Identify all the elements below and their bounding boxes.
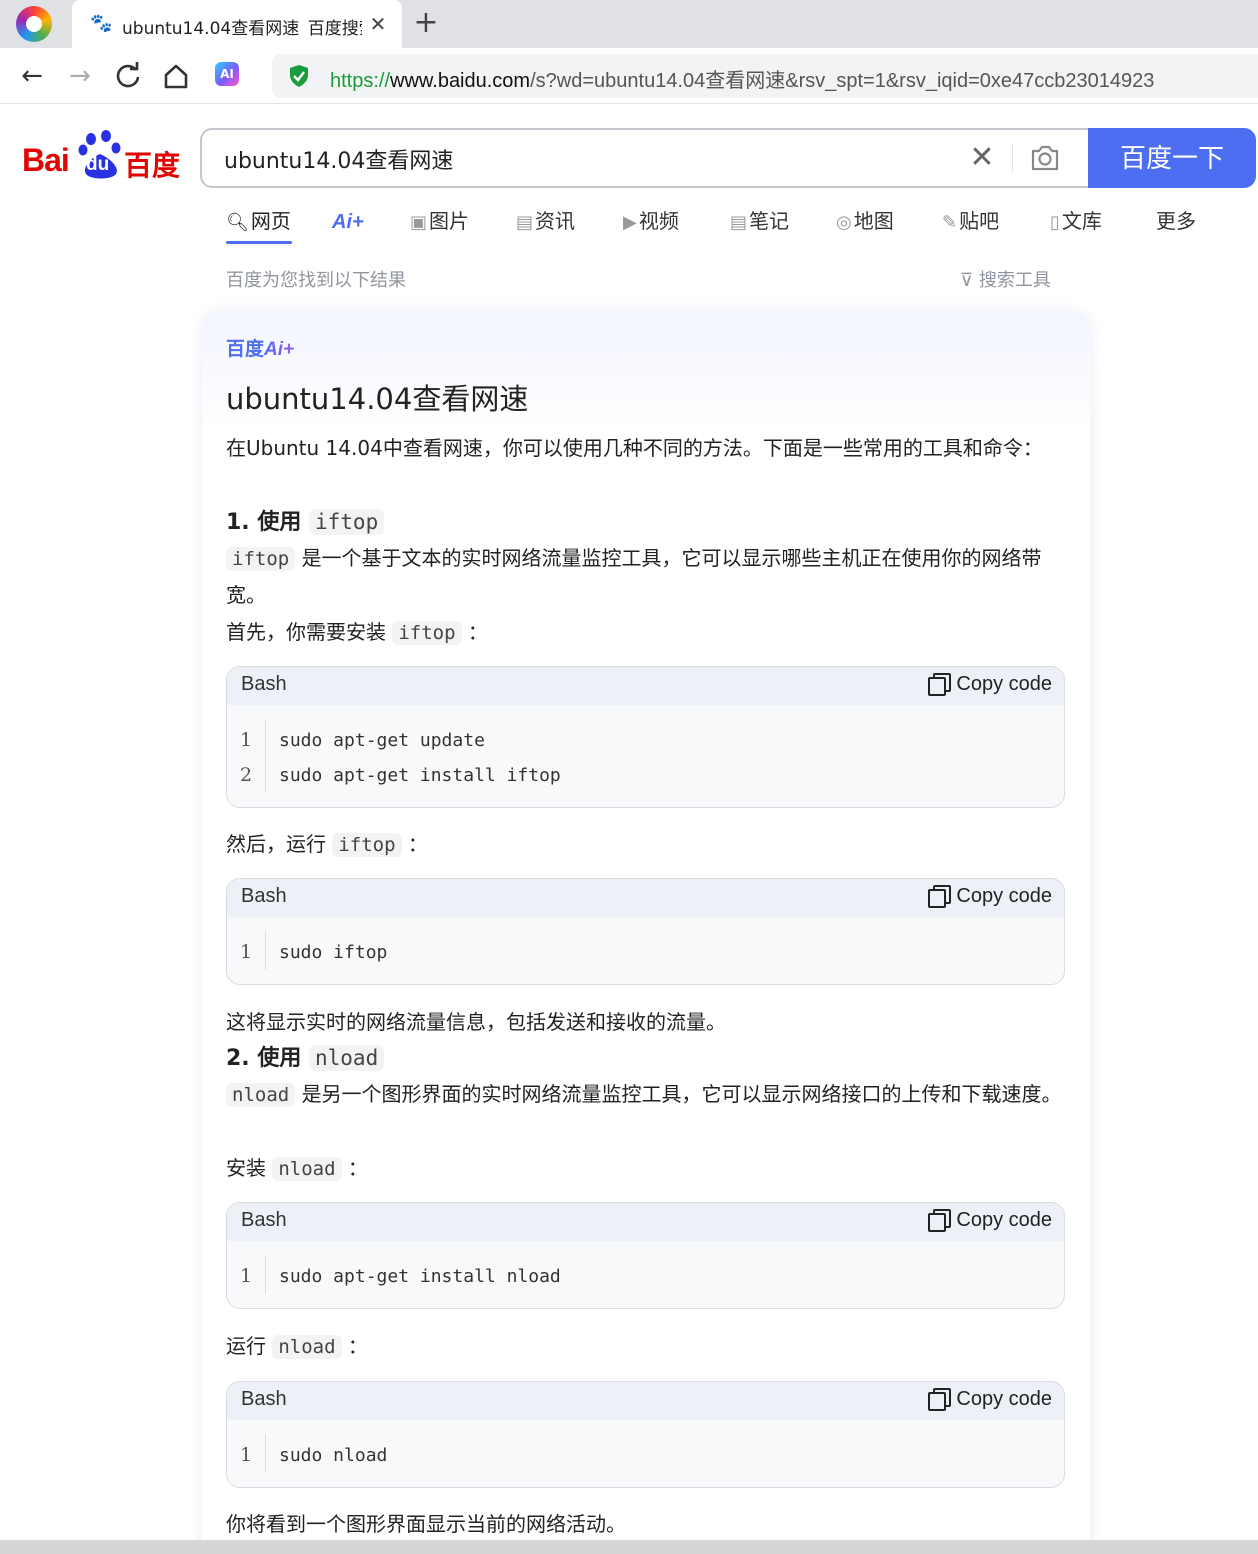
tab-title: ubuntu14.04查看网速_百度搜索: [122, 19, 362, 36]
copy-icon: [928, 1388, 952, 1411]
map-icon: ◎: [836, 212, 852, 233]
image-icon: ▣: [410, 212, 428, 233]
note-icon: ▤: [730, 212, 748, 233]
tab-video[interactable]: ▶ 视频: [623, 206, 679, 236]
search-icon: 🔍︎: [226, 212, 249, 233]
secure-shield-icon: [290, 65, 308, 87]
doc-icon: ▯: [1050, 212, 1060, 233]
url-text: https://www.baidu.com/s?wd=ubuntu14.04查看…: [330, 70, 1155, 92]
section2-desc: nload 是另一个图形界面的实时网络流量监控工具，它可以显示网络接口的上传和下…: [226, 1076, 1066, 1113]
close-tab-icon[interactable]: ✕: [366, 12, 390, 36]
news-icon: ▤: [516, 212, 534, 233]
section1-desc: iftop 是一个基于文本的实时网络流量监控工具，它可以显示哪些主机正在使用你的…: [226, 546, 1042, 607]
code-language: Bash: [241, 1388, 287, 1410]
section2-after-text: 你将看到一个图形界面显示当前的网络活动。: [226, 1512, 626, 1536]
search-button[interactable]: 百度一下: [1088, 128, 1256, 188]
copy-code-button[interactable]: Copy code: [928, 1209, 1052, 1232]
baidu-ai-badge: 百度Ai+: [226, 338, 295, 360]
tab-map[interactable]: ◎ 地图: [836, 206, 894, 236]
search-input[interactable]: [224, 144, 944, 174]
active-tab-indicator: [226, 241, 292, 244]
code-line: 1 sudo apt-get update: [239, 729, 485, 751]
section2-install-text: 安装 nload ：: [226, 1156, 368, 1181]
code-language: Bash: [241, 673, 287, 695]
code-line: 1 sudo apt-get install nload: [239, 1265, 561, 1287]
tab-tieba[interactable]: ✎ 贴吧: [942, 206, 999, 236]
tab-images[interactable]: ▣ 图片: [410, 206, 469, 236]
browser-logo-icon[interactable]: [16, 6, 52, 42]
browser-tab[interactable]: 🐾 ubuntu14.04查看网速_百度搜索 ✕: [72, 0, 402, 48]
copy-icon: [928, 673, 952, 696]
address-bar[interactable]: https://www.baidu.com/s?wd=ubuntu14.04查看…: [272, 54, 1258, 98]
ai-answer-card: 百度Ai+ ubuntu14.04查看网速 在Ubuntu 14.04中查看网速…: [202, 312, 1090, 1554]
forward-icon[interactable]: →: [64, 60, 96, 92]
ai-answer-title: ubuntu14.04查看网速: [226, 382, 529, 416]
copy-icon: [928, 885, 952, 908]
copy-code-button[interactable]: Copy code: [928, 1388, 1052, 1411]
baidu-logo[interactable]: Bai du 百度: [22, 130, 182, 186]
section2-heading: 2. 使用 nload: [226, 1042, 385, 1075]
tab-news[interactable]: ▤ 资讯: [516, 206, 575, 236]
code-line: 1 sudo nload: [239, 1444, 388, 1466]
code-block: Bash Copy code 1 sudo iftop: [226, 878, 1065, 985]
result-hint: 百度为您找到以下结果: [226, 270, 406, 291]
tab-ai[interactable]: Ai+: [332, 206, 364, 236]
clear-icon[interactable]: ✕: [966, 142, 998, 174]
divider: [1012, 144, 1013, 172]
section1-heading: 1. 使用 iftop: [226, 506, 385, 539]
ai-assistant-button[interactable]: AI: [215, 62, 239, 86]
section1-install-text: 首先，你需要安装 iftop ：: [226, 620, 488, 645]
tab-more[interactable]: 更多: [1156, 206, 1196, 236]
code-line: 1 sudo iftop: [239, 941, 388, 963]
browser-toolbar: ← → AI https://www.baidu.com/s?wd=ubuntu…: [0, 48, 1258, 104]
new-tab-button[interactable]: +: [410, 8, 442, 40]
tab-notes[interactable]: ▤ 笔记: [730, 206, 789, 236]
bottom-bar: [0, 1540, 1258, 1554]
section2-run-text: 运行 nload ：: [226, 1334, 368, 1359]
filter-icon: ⊽: [960, 270, 979, 291]
back-icon[interactable]: ←: [16, 60, 48, 92]
section1-run-text: 然后，运行 iftop ：: [226, 832, 428, 857]
code-block: Bash Copy code 1 sudo apt-get install nlo…: [226, 1202, 1065, 1309]
camera-icon[interactable]: [1028, 142, 1062, 174]
copy-code-button[interactable]: Copy code: [928, 673, 1052, 696]
copy-icon: [928, 1209, 952, 1232]
section1-after-text: 这将显示实时的网络流量信息，包括发送和接收的流量。: [226, 1010, 726, 1034]
intro-text: 在Ubuntu 14.04中查看网速，你可以使用几种不同的方法。下面是一些常用的…: [226, 436, 1043, 460]
browser-tab-bar: 🐾 ubuntu14.04查看网速_百度搜索 ✕ +: [0, 0, 1258, 48]
code-language: Bash: [241, 1209, 287, 1231]
baidu-paw-icon: 🐾: [90, 13, 113, 34]
home-icon[interactable]: [160, 60, 192, 92]
search-tools-button[interactable]: ⊽ 搜索工具: [960, 266, 1051, 292]
code-block: Bash Copy code 1 sudo apt-get update 2 sud…: [226, 666, 1065, 808]
tab-wenku[interactable]: ▯ 文库: [1050, 206, 1102, 236]
copy-code-button[interactable]: Copy code: [928, 885, 1052, 908]
video-icon: ▶: [623, 212, 637, 233]
search-box: ✕: [200, 128, 1092, 188]
code-language: Bash: [241, 885, 287, 907]
tieba-icon: ✎: [942, 212, 958, 233]
code-block: Bash Copy code 1 sudo nload: [226, 1381, 1065, 1488]
tab-web[interactable]: 🔍︎ 网页: [226, 206, 291, 236]
reload-icon[interactable]: [112, 60, 144, 92]
code-line: 2 sudo apt-get install iftop: [239, 764, 561, 786]
